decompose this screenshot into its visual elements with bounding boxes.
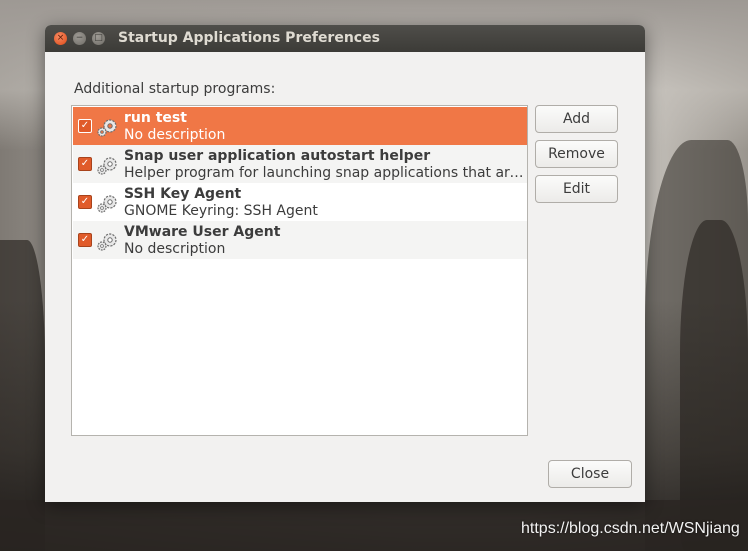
gears-icon: [97, 233, 117, 251]
titlebar: × − □ Startup Applications Preferences: [45, 25, 645, 52]
enabled-checkbox[interactable]: ✓: [78, 195, 92, 209]
list-item[interactable]: ✓ Snap user application autostart helper…: [73, 145, 527, 183]
add-button[interactable]: Add: [535, 105, 618, 133]
list-item[interactable]: ✓ SSH Key Agent GNOME Keyring: SSH Agent: [73, 183, 527, 221]
window-title: Startup Applications Preferences: [118, 30, 380, 46]
window-minimize-button[interactable]: −: [73, 32, 86, 45]
close-button[interactable]: Close: [548, 460, 632, 488]
program-description: GNOME Keyring: SSH Agent: [124, 203, 318, 219]
program-name: run test: [124, 110, 187, 126]
gears-icon: [97, 157, 117, 175]
watermark: https://blog.csdn.net/WSNjiang: [521, 520, 740, 537]
program-description: No description: [124, 127, 226, 143]
program-name: VMware User Agent: [124, 224, 281, 240]
remove-button[interactable]: Remove: [535, 140, 618, 168]
program-name: Snap user application autostart helper: [124, 148, 431, 164]
enabled-checkbox[interactable]: ✓: [78, 233, 92, 247]
list-item[interactable]: ✓ run test No description: [73, 107, 527, 145]
window-close-button[interactable]: ×: [54, 32, 67, 45]
startup-applications-window: × − □ Startup Applications Preferences A…: [45, 25, 645, 502]
enabled-checkbox[interactable]: ✓: [78, 157, 92, 171]
window-maximize-button[interactable]: □: [92, 32, 105, 45]
program-description: No description: [124, 241, 226, 257]
gears-icon: [97, 195, 117, 213]
list-heading: Additional startup programs:: [74, 81, 276, 97]
startup-programs-list[interactable]: ✓ run test No description ✓ Snap user ap…: [71, 105, 528, 436]
program-description: Helper program for launching snap applic…: [124, 165, 524, 181]
gears-icon: [97, 119, 117, 137]
enabled-checkbox[interactable]: ✓: [78, 119, 92, 133]
list-item[interactable]: ✓ VMware User Agent No description: [73, 221, 527, 259]
edit-button[interactable]: Edit: [535, 175, 618, 203]
program-name: SSH Key Agent: [124, 186, 242, 202]
